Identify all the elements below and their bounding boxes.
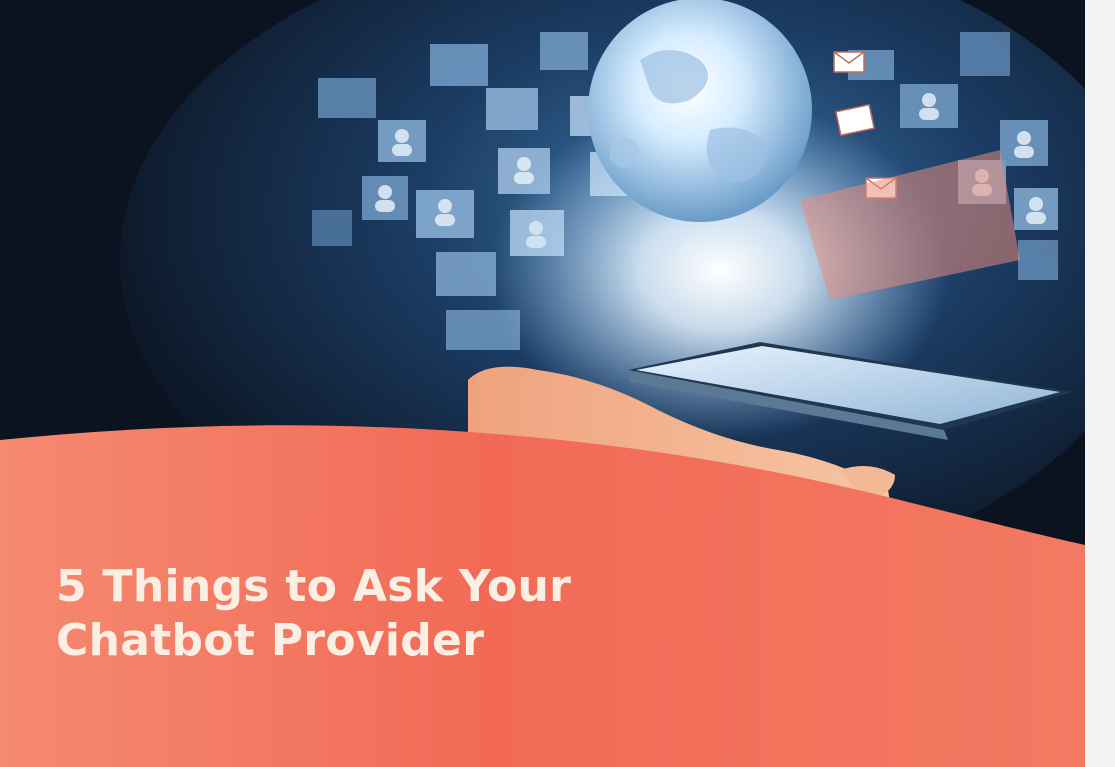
banner: 5 Things to Ask Your Chatbot Provider bbox=[0, 0, 1115, 767]
banner-title: 5 Things to Ask Your Chatbot Provider bbox=[56, 560, 571, 668]
title-line-2: Chatbot Provider bbox=[56, 615, 485, 666]
title-line-1: 5 Things to Ask Your bbox=[56, 561, 572, 612]
globe-icon bbox=[588, 0, 812, 222]
